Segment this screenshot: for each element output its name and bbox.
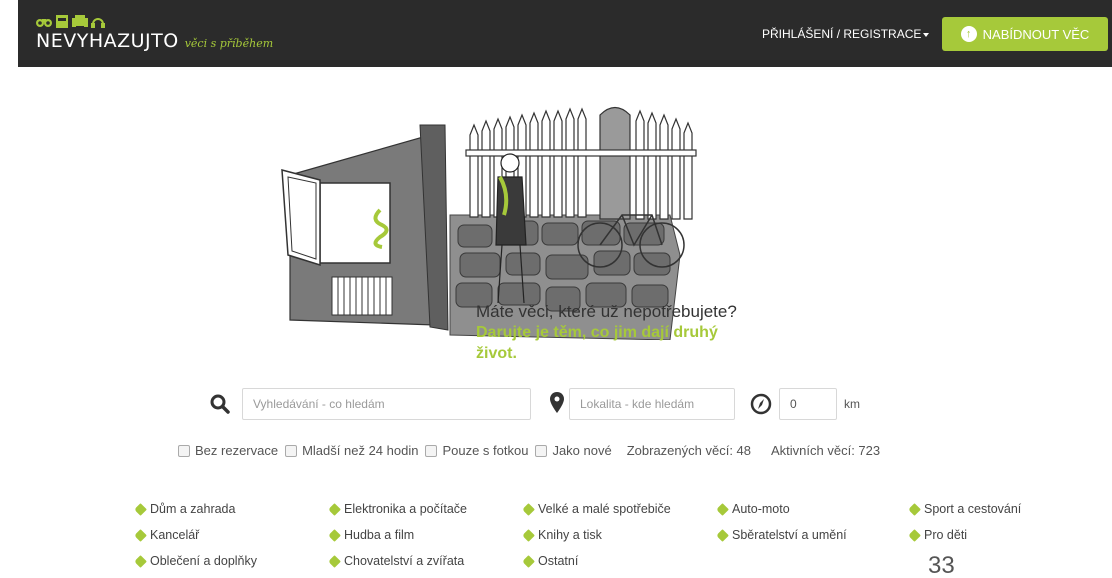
category-link[interactable]: Hudba a film	[328, 528, 415, 542]
tag-icon	[522, 554, 535, 568]
armchair-icon	[72, 15, 88, 27]
category-link[interactable]: Dům a zahrada	[134, 502, 236, 516]
logo-tagline: věci s příběhem	[184, 37, 274, 50]
filter-photo-only[interactable]: Pouze s fotkou	[425, 443, 528, 458]
tag-icon	[908, 528, 921, 542]
tag-icon	[134, 554, 147, 568]
page-number: 33	[928, 552, 955, 578]
filter-label: Mladší než 24 hodin	[302, 443, 419, 458]
category-label: Oblečení a doplňky	[150, 554, 258, 568]
category-link[interactable]: Kancelář	[134, 528, 200, 542]
offer-item-button[interactable]: ↑ NABÍDNOUT VĚC	[942, 17, 1108, 51]
search-icon	[210, 394, 230, 414]
category-label: Sport a cestování	[924, 502, 1022, 516]
location-input[interactable]	[569, 388, 735, 420]
category-label: Kancelář	[150, 528, 200, 542]
headphones-icon	[91, 18, 105, 28]
logo-title: NEVYHAZUJTO	[36, 30, 179, 52]
compass-icon	[750, 393, 772, 415]
map-pin-icon	[550, 392, 564, 413]
filter-label: Jako nové	[552, 443, 612, 458]
login-label: PŘIHLÁŠENÍ / REGISTRACE	[762, 27, 922, 41]
category-label: Velké a malé spotřebiče	[538, 502, 671, 516]
wardrobe-icon	[56, 15, 68, 28]
category-link[interactable]: Velké a malé spotřebiče	[522, 502, 671, 516]
tag-icon	[328, 528, 341, 542]
binoculars-icon	[36, 19, 52, 27]
category-link[interactable]: Knihy a tisk	[522, 528, 602, 542]
filter-label: Bez rezervace	[195, 443, 279, 458]
checkbox[interactable]	[425, 444, 438, 457]
category-label: Dům a zahrada	[150, 502, 236, 516]
hero-text: Máte věci, které už nepotřebujete? Daruj…	[476, 302, 737, 364]
search-bar: km	[0, 388, 1112, 422]
category-label: Sběratelství a umění	[732, 528, 847, 542]
category-link[interactable]: Sběratelství a umění	[716, 528, 847, 542]
category-link[interactable]: Pro děti	[908, 528, 968, 542]
logo-icons	[36, 12, 273, 28]
tag-icon	[134, 528, 147, 542]
offer-item-label: NABÍDNOUT VĚC	[982, 26, 1090, 42]
category-link[interactable]: Auto-moto	[716, 502, 790, 516]
tag-icon	[134, 502, 147, 516]
filters-row: Bez rezervace Mladší než 24 hodin Pouze …	[178, 443, 892, 458]
caret-down-icon	[923, 32, 930, 37]
checkbox[interactable]	[535, 444, 548, 457]
tag-icon	[328, 554, 341, 568]
category-link[interactable]: Elektronika a počítače	[328, 502, 467, 516]
hero-question: Máte věci, které už nepotřebujete?	[476, 302, 737, 321]
filter-like-new[interactable]: Jako nové	[535, 443, 612, 458]
category-label: Chovatelství a zvířata	[344, 554, 465, 568]
logo[interactable]: NEVYHAZUJTO věci s příběhem	[36, 12, 273, 52]
category-link[interactable]: Sport a cestování	[908, 502, 1022, 516]
radius-unit: km	[844, 397, 860, 411]
shown-count: Zobrazených věcí: 48	[626, 443, 752, 458]
filter-younger-24h[interactable]: Mladší než 24 hodin	[285, 443, 418, 458]
category-label: Knihy a tisk	[538, 528, 602, 542]
filter-no-reservation[interactable]: Bez rezervace	[178, 443, 278, 458]
checkbox[interactable]	[285, 444, 298, 457]
tag-icon	[908, 502, 921, 516]
tag-icon	[328, 502, 341, 516]
tag-icon	[522, 528, 535, 542]
category-label: Auto-moto	[732, 502, 790, 516]
search-input[interactable]	[242, 388, 531, 420]
category-link[interactable]: Chovatelství a zvířata	[328, 554, 465, 568]
category-label: Elektronika a počítače	[344, 502, 467, 516]
tag-icon	[522, 502, 535, 516]
tag-icon	[716, 502, 729, 516]
arrow-up-circle-icon: ↑	[960, 26, 977, 42]
filter-label: Pouze s fotkou	[442, 443, 529, 458]
radius-input[interactable]	[779, 388, 837, 420]
category-label: Hudba a film	[344, 528, 415, 542]
tag-icon	[716, 528, 729, 542]
hero-answer: Darujte je těm, co jim dají druhý život.	[476, 324, 718, 362]
header-bar: NEVYHAZUJTO věci s příběhem PŘIHLÁŠENÍ /…	[18, 0, 1112, 67]
active-count: Aktivních věcí: 723	[771, 443, 881, 458]
category-link[interactable]: Ostatní	[522, 554, 579, 568]
checkbox[interactable]	[178, 444, 190, 457]
category-link[interactable]: Oblečení a doplňky	[134, 554, 258, 568]
category-label: Ostatní	[538, 554, 579, 568]
category-label: Pro děti	[924, 528, 968, 542]
page: NEVYHAZUJTO věci s příběhem PŘIHLÁŠENÍ /…	[0, 0, 1112, 578]
login-register-dropdown[interactable]: PŘIHLÁŠENÍ / REGISTRACE	[762, 27, 930, 41]
